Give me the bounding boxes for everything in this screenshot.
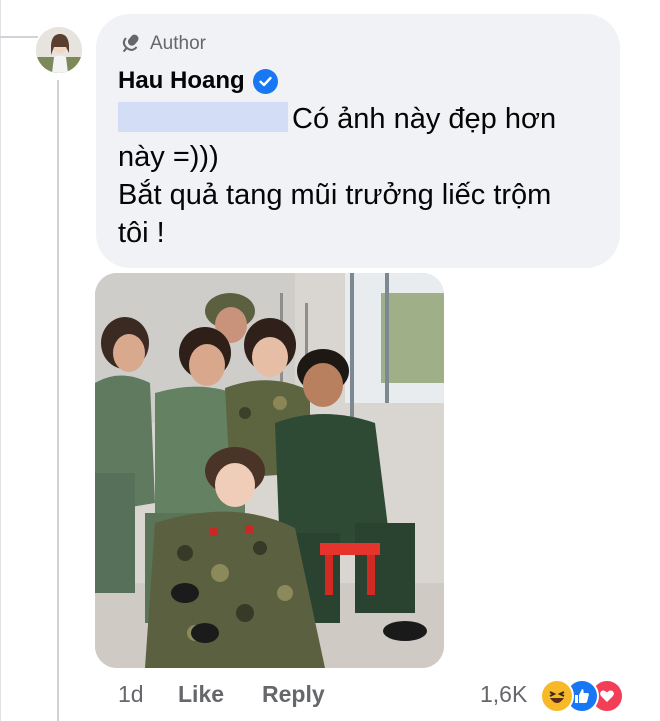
reply-button[interactable]: Reply <box>262 681 325 708</box>
microphone-icon <box>122 34 139 53</box>
author-name[interactable]: Hau Hoang <box>118 67 245 95</box>
mention-tag[interactable] <box>118 102 288 132</box>
haha-reaction-icon <box>540 679 574 713</box>
reaction-icons[interactable] <box>540 679 640 713</box>
comment-actions: 1d Like Reply 1,6K <box>0 679 660 713</box>
comment-text: Có ảnh này đẹp hơn này =))) Bắt quả tang… <box>118 100 608 252</box>
group-photo-image <box>95 273 444 668</box>
comment-line-2: này =))) <box>118 141 219 173</box>
comment-line-3: Bắt quả tang mũi trưởng liếc trộm <box>118 179 552 211</box>
reply-thread-line <box>57 80 59 721</box>
comment-timestamp[interactable]: 1d <box>118 681 144 708</box>
thread-line <box>0 0 1 721</box>
author-badge: Author <box>118 32 206 56</box>
author-badge-label: Author <box>150 33 206 54</box>
avatar[interactable] <box>36 27 82 73</box>
comment-bubble: Author Hau Hoang Có ảnh này đẹp hơn này … <box>96 14 620 268</box>
avatar-image <box>36 27 82 73</box>
reaction-count[interactable]: 1,6K <box>480 681 527 708</box>
comment-line-4: tôi ! <box>118 217 165 249</box>
comment-line-1: Có ảnh này đẹp hơn <box>292 103 557 135</box>
like-button[interactable]: Like <box>178 681 224 708</box>
thread-connector <box>0 36 38 38</box>
verified-check-icon <box>252 68 278 94</box>
attached-photo[interactable] <box>95 273 444 668</box>
